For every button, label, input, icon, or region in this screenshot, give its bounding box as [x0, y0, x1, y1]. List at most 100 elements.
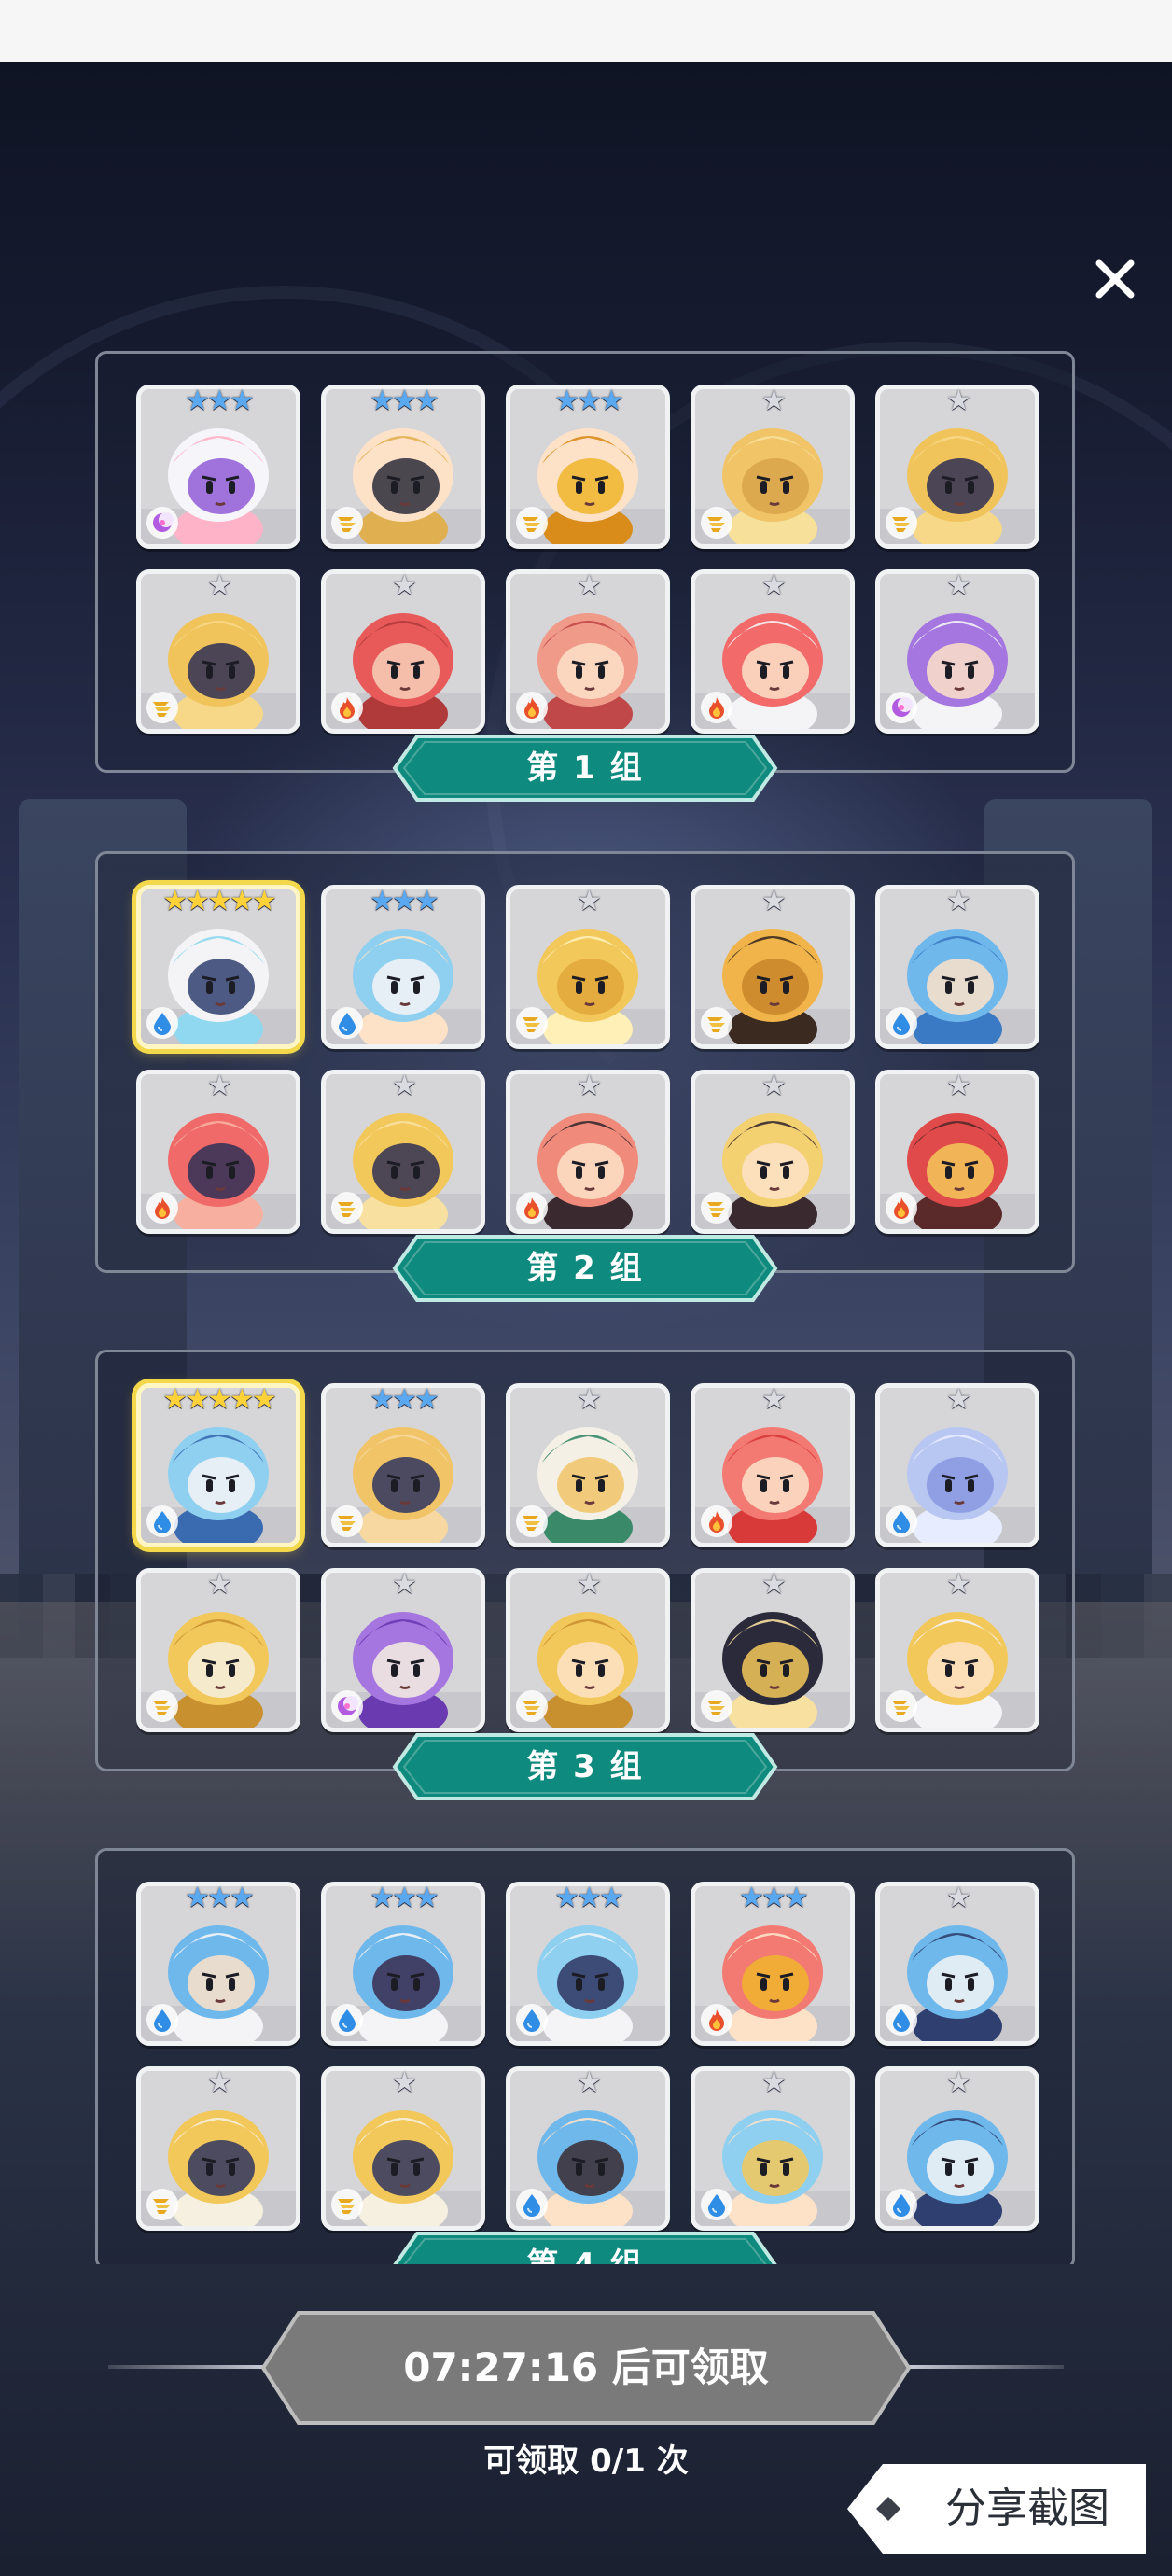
- group-label-2: 第 2 组: [391, 1234, 779, 1303]
- star-rating: ★: [761, 569, 787, 602]
- element-badge: [701, 692, 732, 723]
- hero-card-bow-girl[interactable]: ★: [691, 1383, 855, 1547]
- hero-card-unicorn-knight[interactable]: ★★★★★: [136, 1383, 300, 1547]
- hero-card-red-bear[interactable]: ★: [321, 569, 485, 734]
- moon-icon: [338, 1696, 358, 1715]
- element-badge: [516, 692, 548, 723]
- hero-card-winged-red[interactable]: ★: [691, 569, 855, 734]
- hero-card-winged-purple[interactable]: ★: [875, 569, 1039, 734]
- hero-card-bunny[interactable]: ★★★: [136, 385, 300, 549]
- hero-card-ice-dragon[interactable]: ★: [875, 1882, 1039, 2046]
- star-rating: ★★★★★: [162, 885, 276, 917]
- hero-card-ribbon-girl[interactable]: ★: [875, 885, 1039, 1049]
- star-rating: ★: [761, 885, 787, 917]
- element-badge: [701, 1007, 732, 1039]
- hero-card-queen-red[interactable]: ★★★: [691, 1882, 855, 2046]
- hero-card-witch-hat[interactable]: ★★★: [321, 1882, 485, 2046]
- hero-card-skull-gold[interactable]: ★: [321, 1070, 485, 1234]
- hero-card-skull-banded[interactable]: ★: [136, 569, 300, 734]
- star-rating: ★★★: [185, 1882, 255, 1914]
- star-rating: ★: [946, 1070, 971, 1102]
- element-badge: [701, 2189, 732, 2220]
- star-rating: ★: [761, 1383, 787, 1416]
- hero-card-bandaged[interactable]: ★: [506, 1383, 670, 1547]
- star-rating: ★: [577, 1070, 602, 1102]
- star-rating: ★★★: [370, 385, 440, 417]
- hero-card-sage[interactable]: ★★★: [321, 885, 485, 1049]
- element-badge: [886, 2189, 917, 2220]
- group-label-text: 第 1 组: [526, 749, 644, 787]
- wind-icon: [892, 1701, 910, 1715]
- water-drop-icon: [523, 2009, 540, 2032]
- water-drop-icon: [154, 1013, 171, 1035]
- hero-card-treasure-chest[interactable]: ★: [875, 1070, 1039, 1234]
- wind-icon: [523, 517, 540, 532]
- water-drop-icon: [523, 2194, 540, 2217]
- hero-card-warrior-hair-bun[interactable]: ★★★: [321, 385, 485, 549]
- group-label-text: 第 4 组: [391, 2231, 779, 2264]
- hero-card-cyclops[interactable]: ★★★: [506, 1882, 670, 2046]
- hero-card-cactus[interactable]: ★: [691, 385, 855, 549]
- hero-card-ring-helmet[interactable]: ★: [506, 1070, 670, 1234]
- hero-card-gold-bear[interactable]: ★: [136, 1568, 300, 1732]
- fire-icon: [894, 1197, 909, 1219]
- group-label-4: 第 4 组: [391, 2231, 779, 2264]
- hero-card-tiger-guard[interactable]: ★: [136, 2066, 300, 2231]
- wind-icon: [153, 702, 171, 717]
- wind-icon: [523, 1017, 540, 1032]
- close-button[interactable]: [1082, 246, 1148, 312]
- star-rating: ★: [207, 1070, 232, 1102]
- element-badge: [146, 507, 178, 539]
- element-badge: [886, 1690, 917, 1722]
- star-rating: ★: [207, 569, 232, 602]
- star-rating: ★: [577, 1383, 602, 1416]
- fire-icon: [709, 2009, 724, 2031]
- hero-card-blue-curls[interactable]: ★★★: [136, 1882, 300, 2046]
- star-rating: ★★★: [554, 385, 624, 417]
- hero-card-shadow-block[interactable]: ★: [691, 1568, 855, 1732]
- wind-icon: [707, 517, 725, 532]
- star-rating: ★★★: [185, 385, 255, 417]
- element-badge: [331, 1690, 363, 1722]
- hero-card-ring-helmet-gold[interactable]: ★: [691, 1070, 855, 1234]
- hero-card-gold-haired[interactable]: ★: [875, 1568, 1039, 1732]
- claim-timer-button[interactable]: 07:27:16 后可领取: [261, 2311, 911, 2425]
- wind-icon: [153, 2199, 171, 2214]
- hero-card-mummy-spirit[interactable]: ★★★★★: [136, 885, 300, 1049]
- hero-card-skull-red[interactable]: ★: [136, 1070, 300, 1234]
- hero-card-puffball[interactable]: ★: [506, 885, 670, 1049]
- share-screenshot-button[interactable]: 分享截图: [845, 2464, 1146, 2554]
- hero-card-pink-guard[interactable]: ★: [506, 569, 670, 734]
- hero-card-ghost[interactable]: ★: [875, 1383, 1039, 1547]
- hero-card-purple-bear[interactable]: ★: [321, 1568, 485, 1732]
- hero-card-hooded-pig[interactable]: ★★★: [321, 1383, 485, 1547]
- diamond-icon: [876, 2497, 900, 2521]
- star-rating: ★★★★★: [162, 1383, 276, 1416]
- star-rating: ★: [207, 2066, 232, 2099]
- hero-card-wizard[interactable]: ★: [506, 2066, 670, 2231]
- groups-scroll-area[interactable]: ★★★ ★★★ ★★★ ★ ★ ★ ★ ★ ★ ★ 第 1 组 ★★★★★ ★★★ ★ ★ ★ ★ ★ ★ ★ ★ 第 2…: [0, 336, 1172, 2264]
- wind-icon: [338, 1202, 356, 1217]
- wind-icon: [153, 1701, 171, 1715]
- hero-card-tree-stump[interactable]: ★: [691, 885, 855, 1049]
- element-badge: [516, 2189, 548, 2220]
- water-drop-icon: [154, 2009, 171, 2032]
- element-badge: [701, 1690, 732, 1722]
- hero-card-horned-blue[interactable]: ★: [691, 2066, 855, 2231]
- hero-card-fox-kid[interactable]: ★: [506, 1568, 670, 1732]
- star-rating: ★: [577, 1568, 602, 1601]
- hero-card-skull-banded[interactable]: ★: [875, 385, 1039, 549]
- hero-card-armored-knight[interactable]: ★: [875, 2066, 1039, 2231]
- hero-card-tiger-guard[interactable]: ★: [321, 2066, 485, 2231]
- star-rating: ★: [761, 385, 787, 417]
- element-badge: [886, 1007, 917, 1039]
- star-rating: ★: [761, 1568, 787, 1601]
- water-drop-icon: [893, 1511, 910, 1533]
- close-icon: [1095, 259, 1135, 299]
- element-badge: [516, 1192, 548, 1224]
- star-rating: ★: [577, 569, 602, 602]
- element-badge: [146, 1690, 178, 1722]
- hero-card-crowned-king[interactable]: ★★★: [506, 385, 670, 549]
- star-rating: ★: [761, 2066, 787, 2099]
- water-drop-icon: [708, 2194, 725, 2217]
